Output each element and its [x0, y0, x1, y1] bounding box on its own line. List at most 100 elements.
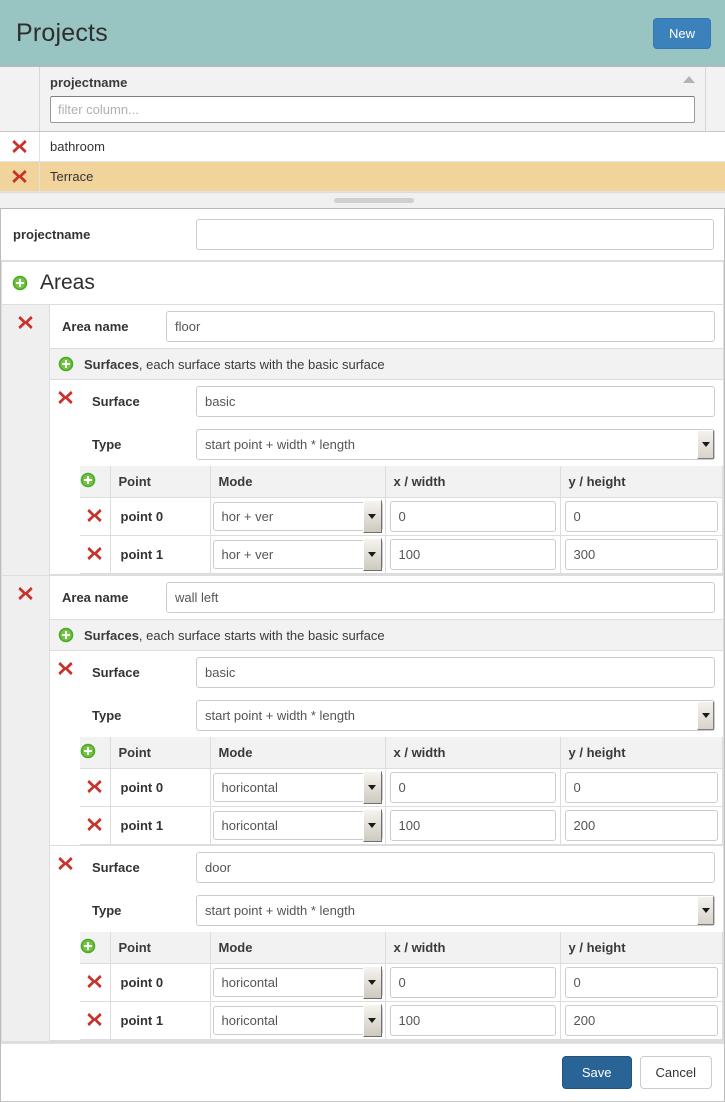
delete-point-x-icon[interactable] [86, 973, 103, 990]
new-button[interactable]: New [652, 17, 711, 49]
point-x-input[interactable] [389, 539, 556, 570]
delete-point-x-icon[interactable] [86, 1011, 103, 1028]
add-point-plus-icon[interactable] [80, 743, 96, 759]
delete-area-x-icon[interactable] [17, 585, 34, 602]
point-mode-select[interactable]: horicontal [212, 771, 383, 804]
add-surface-plus-icon[interactable] [58, 356, 74, 372]
surface-name-input[interactable] [196, 657, 715, 688]
chevron-down-icon[interactable] [697, 896, 714, 925]
sort-ascending-arrow-icon[interactable] [683, 76, 695, 83]
point-y-cell[interactable] [560, 806, 723, 845]
point-y-input[interactable] [564, 810, 718, 841]
point-x-input[interactable] [389, 1005, 556, 1036]
point-x-input[interactable] [389, 967, 556, 998]
delete-point-cell[interactable] [80, 1001, 111, 1040]
point-x-cell[interactable] [385, 1001, 561, 1040]
point-y-input[interactable] [564, 539, 718, 570]
table-row[interactable]: bathroom [0, 132, 725, 162]
point-x-cell[interactable] [385, 806, 561, 845]
chevron-down-icon[interactable] [362, 966, 382, 999]
area-name-input[interactable] [166, 582, 715, 613]
delete-surface-x-icon[interactable] [57, 660, 74, 677]
point-mode-select[interactable]: horicontal [212, 966, 383, 999]
point-mode-cell[interactable]: horicontal [210, 1001, 386, 1040]
point-mode-select[interactable]: horicontal [212, 809, 383, 842]
point-mode-cell[interactable]: horicontal [210, 963, 386, 1002]
table-row[interactable]: Terrace [0, 162, 725, 192]
chevron-down-icon[interactable] [362, 809, 382, 842]
point-y-cell[interactable] [560, 1001, 723, 1040]
area-delete-cell[interactable] [2, 576, 50, 1041]
delete-point-cell[interactable] [80, 768, 111, 807]
surface-name-input[interactable] [196, 386, 715, 417]
point-x-cell[interactable] [385, 963, 561, 1002]
surface-delete-cell[interactable] [50, 651, 80, 845]
area-name-input[interactable] [166, 311, 715, 342]
delete-point-cell[interactable] [80, 497, 111, 536]
point-x-input[interactable] [389, 772, 556, 803]
point-x-cell[interactable] [385, 768, 561, 807]
horizontal-scrollbar[interactable] [0, 192, 725, 208]
point-x-cell[interactable] [385, 535, 561, 574]
delete-surface-x-icon[interactable] [57, 389, 74, 406]
point-mode-select[interactable]: horicontal [212, 1004, 383, 1037]
point-mode-cell[interactable]: hor + ver [210, 535, 386, 574]
grid-column-projectname[interactable]: projectname [40, 67, 705, 131]
surface-type-select[interactable]: start point + width * length [196, 700, 715, 731]
point-y-input[interactable] [564, 967, 718, 998]
area-delete-cell[interactable] [2, 305, 50, 575]
chevron-down-icon[interactable] [697, 701, 714, 730]
save-button[interactable]: Save [561, 1056, 632, 1089]
delete-point-x-icon[interactable] [86, 507, 103, 524]
project-name-cell[interactable]: Terrace [40, 162, 705, 191]
chevron-down-icon[interactable] [362, 500, 382, 533]
point-mode-select[interactable]: hor + ver [212, 500, 383, 533]
projectname-input[interactable] [196, 219, 714, 250]
delete-area-x-icon[interactable] [17, 314, 34, 331]
point-mode-cell[interactable]: horicontal [210, 806, 386, 845]
add-point-cell[interactable] [80, 466, 111, 498]
point-y-cell[interactable] [560, 768, 723, 807]
add-surface-plus-icon[interactable] [58, 627, 74, 643]
point-mode-select[interactable]: hor + ver [212, 538, 383, 571]
project-name-cell[interactable]: bathroom [40, 132, 705, 161]
point-x-cell[interactable] [385, 497, 561, 536]
point-x-input[interactable] [389, 810, 556, 841]
point-y-cell[interactable] [560, 535, 723, 574]
delete-x-icon[interactable] [11, 168, 28, 185]
chevron-down-icon[interactable] [362, 771, 382, 804]
point-y-input[interactable] [564, 772, 718, 803]
delete-surface-x-icon[interactable] [57, 855, 74, 872]
point-y-cell[interactable] [560, 963, 723, 1002]
surface-name-input[interactable] [196, 852, 715, 883]
delete-point-cell[interactable] [80, 535, 111, 574]
filter-input[interactable] [50, 96, 695, 123]
add-area-plus-icon[interactable] [12, 275, 28, 291]
surface-delete-cell[interactable] [50, 846, 80, 1040]
chevron-down-icon[interactable] [697, 430, 714, 459]
point-x-input[interactable] [389, 501, 556, 532]
point-y-input[interactable] [564, 501, 718, 532]
surface-delete-cell[interactable] [50, 380, 80, 574]
add-point-cell[interactable] [80, 737, 111, 769]
delete-x-icon[interactable] [11, 138, 28, 155]
add-point-plus-icon[interactable] [80, 472, 96, 488]
point-mode-cell[interactable]: hor + ver [210, 497, 386, 536]
row-delete-cell[interactable] [0, 132, 40, 161]
chevron-down-icon[interactable] [362, 1004, 382, 1037]
add-point-plus-icon[interactable] [80, 938, 96, 954]
point-mode-cell[interactable]: horicontal [210, 768, 386, 807]
delete-point-x-icon[interactable] [86, 778, 103, 795]
delete-point-cell[interactable] [80, 806, 111, 845]
surface-type-select[interactable]: start point + width * length [196, 895, 715, 926]
delete-point-x-icon[interactable] [86, 816, 103, 833]
surface-type-select[interactable]: start point + width * length [196, 429, 715, 460]
cancel-button[interactable]: Cancel [639, 1056, 712, 1089]
point-y-cell[interactable] [560, 497, 723, 536]
delete-point-cell[interactable] [80, 963, 111, 1002]
point-y-input[interactable] [564, 1005, 718, 1036]
row-delete-cell[interactable] [0, 162, 40, 191]
scrollbar-thumb[interactable] [333, 198, 414, 203]
add-point-cell[interactable] [80, 932, 111, 964]
delete-point-x-icon[interactable] [86, 545, 103, 562]
